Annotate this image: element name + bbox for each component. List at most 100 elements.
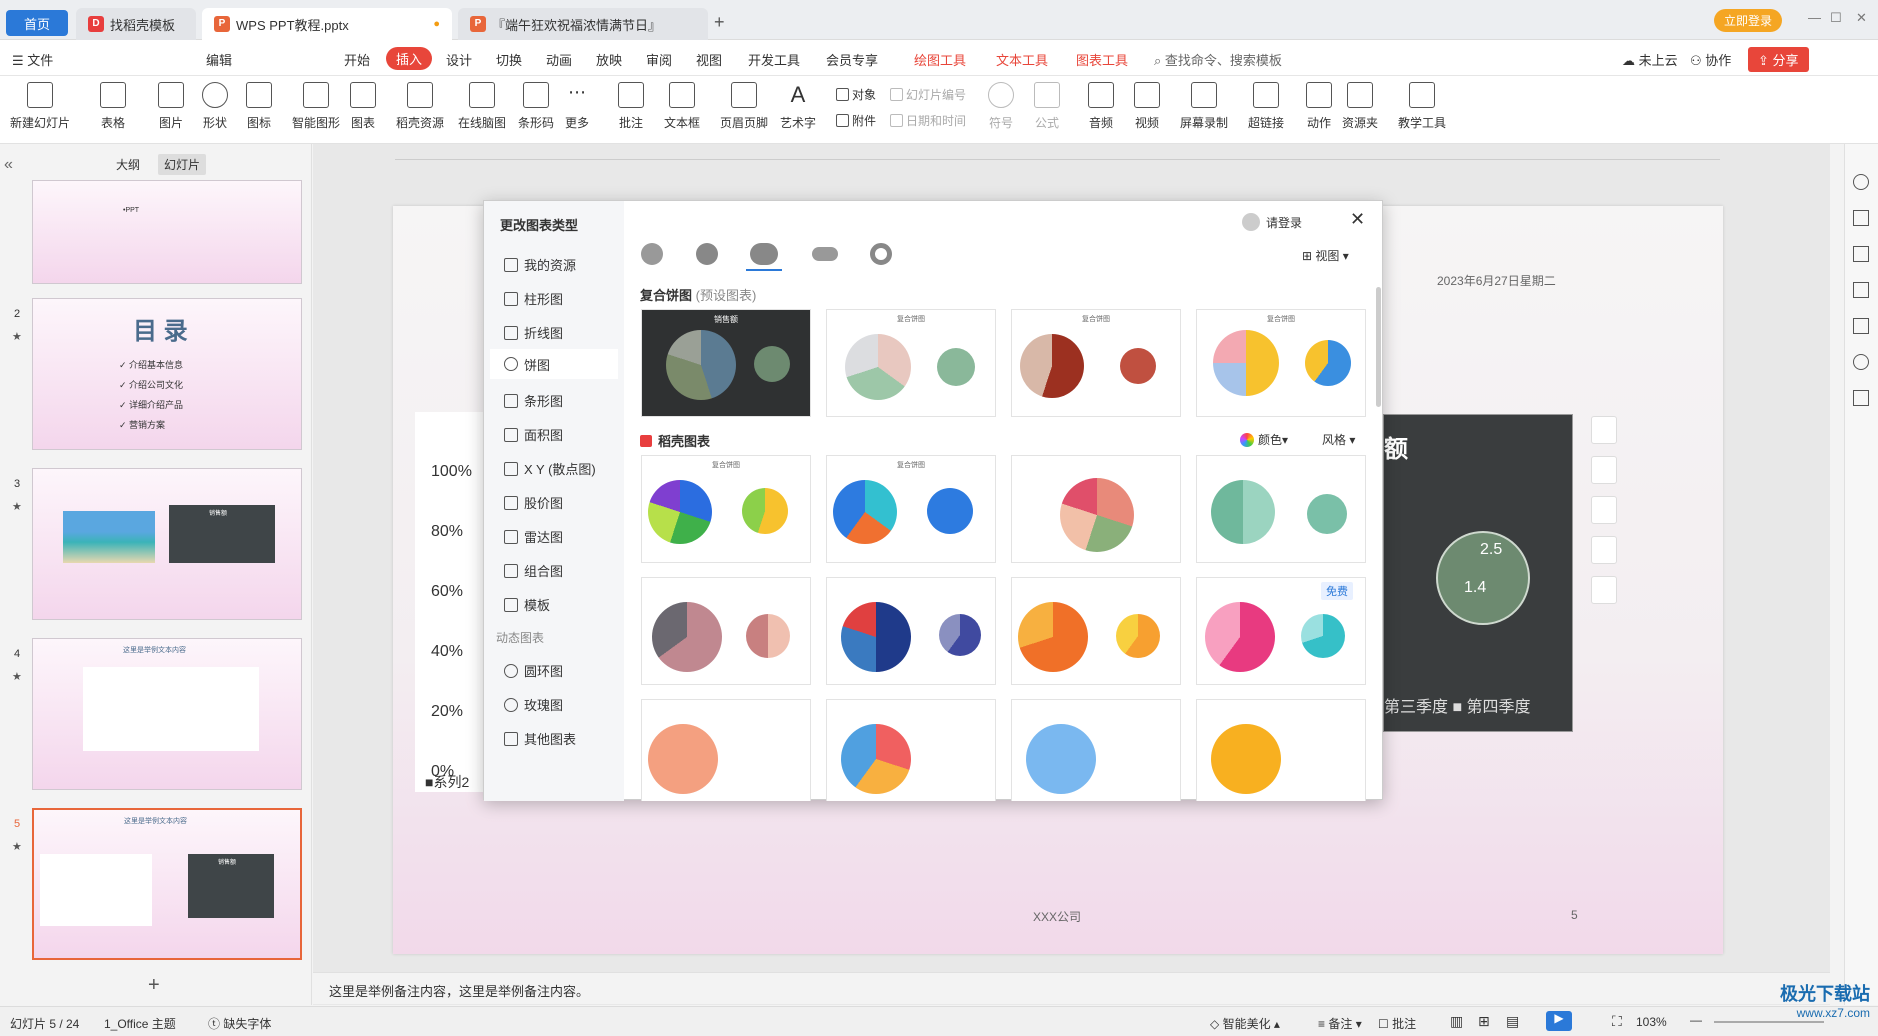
menu-chart-tools[interactable]: 图表工具 [1076, 50, 1128, 69]
chart-card-daoke-10[interactable] [826, 699, 996, 801]
pie-of-pie-subtype-icon[interactable] [750, 243, 778, 265]
menu-review[interactable]: 审阅 [646, 50, 672, 69]
dialog-scrollbar[interactable] [1376, 287, 1381, 407]
close-icon[interactable]: ✕ [1856, 10, 1867, 26]
new-tab-icon[interactable]: + [714, 12, 725, 33]
menu-switch[interactable]: 切换 [496, 50, 522, 69]
chart-card-daoke-2[interactable]: 复合饼图 [826, 455, 996, 563]
dialog-login[interactable]: 请登录 [1242, 213, 1302, 231]
menu-dev[interactable]: 开发工具 [748, 50, 800, 69]
menu-edit[interactable]: 编辑 [206, 50, 232, 69]
category-combo[interactable]: 组合图 [504, 561, 563, 580]
category-template[interactable]: 模板 [504, 595, 550, 614]
chart-card-preset-3[interactable]: 复合饼图 [1011, 309, 1181, 417]
pie-chart-object[interactable]: 额 2.5 1.4 第三季度 ■ 第四季度 [1383, 414, 1573, 732]
smartart-button[interactable]: 智能图形 [292, 82, 340, 131]
fit-window-icon[interactable]: ⛶ [1612, 1013, 1622, 1030]
screen-record-button[interactable]: 屏幕录制 [1180, 82, 1228, 131]
category-column[interactable]: 柱形图 [504, 289, 563, 308]
view-dropdown[interactable]: ⊞ 视图 ▾ [1302, 247, 1349, 264]
menu-start[interactable]: 开始 [344, 50, 370, 69]
datetime-button[interactable]: 日期和时间 [890, 112, 966, 129]
category-other[interactable]: 其他图表 [504, 729, 576, 748]
minimize-icon[interactable]: — [1808, 10, 1821, 25]
slide-thumb-2[interactable]: 目 录 ✓ 介绍基本信息 ✓ 介绍公司文化 ✓ 详细介绍产品 ✓ 营销方案 [32, 298, 302, 450]
textbox-button[interactable]: 文本框 [664, 82, 700, 131]
tab-outline[interactable]: 大纲 [116, 156, 140, 173]
header-footer-button[interactable]: 页眉页脚 [720, 82, 768, 131]
sorter-view-icon[interactable]: ⊞ [1478, 1013, 1490, 1030]
menu-draw-tools[interactable]: 绘图工具 [914, 50, 966, 69]
mindmap-button[interactable]: 在线脑图 [458, 82, 506, 131]
more-button[interactable]: ⋯ 更多 [564, 82, 590, 131]
menu-insert[interactable]: 插入 [386, 47, 433, 70]
menu-design[interactable]: 设计 [446, 50, 472, 69]
notes-toggle[interactable]: ≡ 备注 ▾ [1318, 1015, 1362, 1032]
copy-icon[interactable] [1853, 282, 1869, 298]
pin-icon[interactable] [1853, 246, 1869, 262]
chart-card-daoke-9[interactable] [641, 699, 811, 801]
login-button[interactable]: 立即登录 [1714, 9, 1783, 32]
teaching-tools-button[interactable]: 教学工具 [1398, 82, 1446, 131]
color-dropdown[interactable]: 颜色 ▾ [1240, 431, 1288, 448]
chart-card-daoke-3[interactable] [1011, 455, 1181, 563]
rocket-icon[interactable] [1853, 174, 1869, 190]
chart-card-preset-2[interactable]: 复合饼图 [826, 309, 996, 417]
resource-folder-button[interactable]: 资源夹 [1342, 82, 1378, 131]
chart-filter-icon[interactable] [1591, 496, 1617, 524]
image-icon[interactable] [1853, 318, 1869, 334]
chart-card-daoke-12[interactable] [1196, 699, 1366, 801]
doughnut-subtype-icon[interactable] [870, 243, 892, 265]
tab-home[interactable]: 首页 [6, 10, 68, 36]
chart-card-preset-4[interactable]: 复合饼图 [1196, 309, 1366, 417]
slide-thumb-1[interactable]: •PPT [32, 180, 302, 284]
share-button[interactable]: ⇪ 分享 [1748, 47, 1809, 72]
attach-button[interactable]: 附件 [836, 112, 876, 129]
tab-festival[interactable]: P 『端午狂欢祝福浓情满节日』 [458, 8, 708, 40]
dialog-close-icon[interactable]: ✕ [1350, 209, 1365, 230]
category-area[interactable]: 面积图 [504, 425, 563, 444]
tab-pptx[interactable]: P WPS PPT教程.pptx ● [202, 8, 452, 40]
category-line[interactable]: 折线图 [504, 323, 563, 342]
missing-font[interactable]: ⓣ 缺失字体 [208, 1015, 271, 1032]
menu-text-tools[interactable]: 文本工具 [996, 50, 1048, 69]
maximize-icon[interactable]: ☐ [1830, 10, 1842, 26]
play-slideshow-icon[interactable]: ▶ [1546, 1011, 1572, 1031]
chart-settings-icon[interactable] [1591, 536, 1617, 564]
menu-file[interactable]: ☰ 文件 [12, 50, 53, 69]
hyperlink-button[interactable]: 超链接 [1248, 82, 1284, 131]
table-button[interactable]: 表格 [100, 82, 126, 131]
tab-slides[interactable]: 幻灯片 [158, 154, 207, 175]
category-scatter[interactable]: X Y (散点图) [504, 459, 596, 478]
daoke-resource-button[interactable]: 稻壳资源 [396, 82, 444, 131]
category-bar[interactable]: 条形图 [504, 391, 563, 410]
slide-thumb-5[interactable]: 这里是举例文本内容 销售额 [32, 808, 302, 960]
chart-card-daoke-6[interactable] [826, 577, 996, 685]
wordart-button[interactable]: A 艺术字 [780, 82, 816, 131]
category-doughnut[interactable]: 圆环图 [504, 661, 563, 680]
normal-view-icon[interactable]: ▥ [1450, 1013, 1463, 1030]
zoom-out-icon[interactable]: — [1690, 1013, 1702, 1027]
barcode-button[interactable]: 条形码 [518, 82, 554, 131]
search-command[interactable]: ⌕ 查找命令、搜索模板 [1154, 50, 1282, 69]
chart-card-daoke-7[interactable] [1011, 577, 1181, 685]
zoom-level[interactable]: 103% [1636, 1015, 1667, 1029]
pie-subtype-icon[interactable] [641, 243, 663, 265]
chart-card-daoke-1[interactable]: 复合饼图 [641, 455, 811, 563]
chart-card-daoke-8[interactable]: 免费 [1196, 577, 1366, 685]
smart-beautify-button[interactable]: ◇ 智能美化 ▴ [1210, 1015, 1280, 1032]
slide-thumb-4[interactable]: 这里是举例文本内容 [32, 638, 302, 790]
symbol-button[interactable]: 符号 [988, 82, 1014, 131]
cloud-status[interactable]: ☁ 未上云 [1622, 50, 1678, 69]
category-rose[interactable]: 玫瑰图 [504, 695, 563, 714]
chart-card-daoke-11[interactable] [1011, 699, 1181, 801]
action-button[interactable]: 动作 [1306, 82, 1332, 131]
category-pie[interactable]: 饼图 [490, 349, 618, 379]
chart-card-daoke-5[interactable] [641, 577, 811, 685]
video-button[interactable]: 视频 [1134, 82, 1160, 131]
category-my-resources[interactable]: 我的资源 [504, 255, 576, 274]
slide-thumb-3[interactable]: 销售额 [32, 468, 302, 620]
object-button[interactable]: 对象 [836, 86, 876, 103]
shape-button[interactable]: 形状 [202, 82, 228, 131]
category-radar[interactable]: 雷达图 [504, 527, 563, 546]
